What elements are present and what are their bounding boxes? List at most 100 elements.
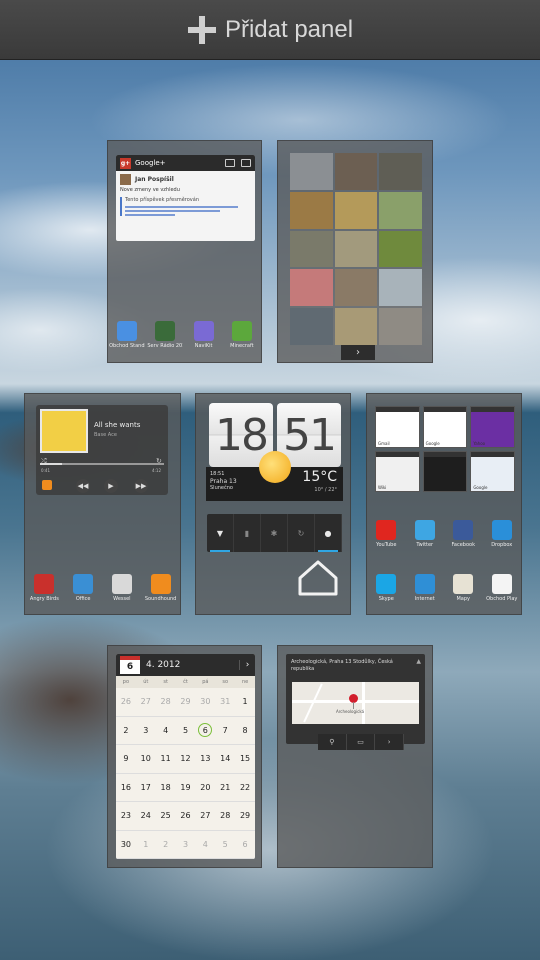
calendar-day[interactable]: 3 <box>135 717 156 745</box>
photo-thumbnail[interactable] <box>379 308 422 345</box>
app-shortcut[interactable]: Internet <box>407 574 443 602</box>
sync-toggle[interactable]: ↻ <box>288 514 315 552</box>
walk-mode-button[interactable]: ⚲ <box>318 734 347 750</box>
bluetooth-toggle[interactable]: ✱ <box>261 514 288 552</box>
map-view[interactable]: Archeologická <box>292 682 419 724</box>
photo-thumbnail[interactable] <box>290 308 333 345</box>
calendar-day[interactable]: 13 <box>195 745 216 774</box>
photo-thumbnail[interactable] <box>379 269 422 307</box>
app-shortcut[interactable]: Soundhound <box>143 574 179 602</box>
browser-tab-thumbnail[interactable] <box>422 450 468 492</box>
home-panel-3[interactable]: All she wants Base Ace ⤮ ↻ 0:41 4:12 ◀◀ … <box>24 393 181 615</box>
calendar-day[interactable]: 28 <box>215 802 236 831</box>
home-panel-2[interactable]: › <box>277 140 433 363</box>
add-panel-bar[interactable]: Přidat panel <box>0 0 540 60</box>
brightness-toggle[interactable]: ● <box>315 514 342 552</box>
calendar-day[interactable]: 5 <box>175 717 196 745</box>
photo-thumbnail[interactable] <box>334 269 378 307</box>
calendar-day[interactable]: 23 <box>116 802 136 831</box>
photo-thumbnail[interactable] <box>290 153 333 190</box>
calendar-day[interactable]: 31 <box>215 688 236 717</box>
home-panel-7[interactable]: Archeologická, Praha 13 Stodůlky, Česká … <box>277 645 433 868</box>
next-button[interactable]: ▶▶ <box>134 479 148 493</box>
calendar-day[interactable]: 5 <box>215 831 236 859</box>
home-panel-6[interactable]: 6 4. 2012 › po út st čt pá so ne 26 27 28 29 30 31 1… <box>107 645 262 868</box>
photo-thumbnail[interactable] <box>290 230 333 268</box>
app-shortcut[interactable]: Obchod Play <box>484 574 520 602</box>
photo-thumbnail[interactable] <box>334 153 378 190</box>
home-panel-5[interactable]: Gmail Google Yahoo Wiki Google YouTube Twitte… <box>366 393 522 615</box>
app-shortcut[interactable]: Minecraft <box>224 321 260 349</box>
app-shortcut[interactable]: Facebook <box>445 520 481 548</box>
progress-bar[interactable] <box>40 463 164 465</box>
app-shortcut[interactable]: Obchod Standby <box>109 321 145 349</box>
battery-toggle[interactable]: ▮ <box>234 514 261 552</box>
calendar-day-today[interactable]: 6 <box>195 717 216 745</box>
clock-weather-widget[interactable]: 18 51 18:51 Praha 13 Slunečno 15°C 10° /… <box>206 403 343 501</box>
calendar-day[interactable]: 7 <box>215 717 236 745</box>
car-mode-button[interactable]: ▭ <box>347 734 376 750</box>
calendar-day[interactable]: 26 <box>175 802 196 831</box>
app-shortcut[interactable]: Wessel <box>104 574 140 602</box>
app-shortcut[interactable]: Mapy <box>445 574 481 602</box>
calendar-day[interactable]: 29 <box>235 802 255 831</box>
google-plus-post[interactable]: Jan Pospíšil Nove zmeny ve vzhledu Tento… <box>116 171 255 221</box>
calendar-next-button[interactable]: › <box>239 660 255 670</box>
calendar-day[interactable]: 20 <box>195 774 216 802</box>
calendar-day[interactable]: 9 <box>116 745 136 774</box>
wifi-toggle[interactable]: ▼ <box>207 514 234 552</box>
calendar-day[interactable]: 30 <box>116 831 136 859</box>
browser-bookmarks-widget[interactable]: Gmail Google Yahoo Wiki Google <box>375 406 515 492</box>
calendar-day[interactable]: 29 <box>175 688 196 717</box>
photo-thumbnail[interactable] <box>334 308 378 345</box>
app-shortcut[interactable]: Dropbox <box>484 520 520 548</box>
calendar-day[interactable]: 1 <box>135 831 156 859</box>
location-icon[interactable]: ▲ <box>416 658 421 665</box>
calendar-day[interactable]: 15 <box>235 745 255 774</box>
calendar-day[interactable]: 18 <box>155 774 176 802</box>
calendar-day[interactable]: 4 <box>155 717 176 745</box>
calendar-day[interactable]: 10 <box>135 745 156 774</box>
photo-thumbnail[interactable] <box>379 191 422 229</box>
app-shortcut[interactable]: Serv Rádio 2012 <box>147 321 183 349</box>
calendar-day[interactable]: 19 <box>175 774 196 802</box>
calendar-day[interactable]: 26 <box>116 688 136 717</box>
calendar-day[interactable]: 12 <box>175 745 196 774</box>
browser-tab-thumbnail[interactable]: Gmail <box>375 406 420 448</box>
map-widget[interactable]: Archeologická, Praha 13 Stodůlky, Česká … <box>286 654 425 744</box>
browser-tab-thumbnail[interactable]: Yahoo <box>470 406 515 448</box>
browser-tab-thumbnail[interactable]: Wiki <box>375 450 420 492</box>
photo-gallery-widget[interactable] <box>290 153 422 345</box>
calendar-day[interactable]: 8 <box>235 717 255 745</box>
calendar-day[interactable]: 27 <box>195 802 216 831</box>
photo-thumbnail[interactable] <box>334 230 378 268</box>
app-shortcut[interactable]: Skype <box>368 574 404 602</box>
app-shortcut[interactable]: Office <box>65 574 101 602</box>
photo-thumbnail[interactable] <box>290 269 333 307</box>
gallery-next-button[interactable]: › <box>341 345 375 360</box>
photo-thumbnail[interactable] <box>290 191 333 229</box>
play-button[interactable]: ▶ <box>104 479 118 493</box>
home-panel-1[interactable]: g+ Google+ Jan Pospíšil Nove zmeny ve vz… <box>107 140 262 363</box>
album-art[interactable] <box>40 409 88 453</box>
calendar-day[interactable]: 16 <box>116 774 136 802</box>
browser-tab-thumbnail[interactable]: Google <box>422 406 468 448</box>
calendar-day[interactable]: 6 <box>235 831 255 859</box>
calendar-day[interactable]: 21 <box>215 774 236 802</box>
camera-icon[interactable] <box>225 159 235 167</box>
calendar-widget[interactable]: 6 4. 2012 › po út st čt pá so ne 26 27 28 29 30 31 1… <box>116 654 255 859</box>
browser-tab-thumbnail[interactable]: Google <box>470 450 515 492</box>
calendar-day[interactable]: 30 <box>195 688 216 717</box>
calendar-day[interactable]: 25 <box>155 802 176 831</box>
calendar-day[interactable]: 2 <box>116 717 136 745</box>
app-shortcut[interactable]: YouTube <box>368 520 404 548</box>
calendar-day[interactable]: 28 <box>155 688 176 717</box>
calendar-day[interactable]: 4 <box>195 831 216 859</box>
calendar-day[interactable]: 22 <box>235 774 255 802</box>
music-app-icon[interactable] <box>42 480 52 490</box>
previous-button[interactable]: ◀◀ <box>76 479 90 493</box>
calendar-day[interactable]: 11 <box>155 745 176 774</box>
home-icon[interactable] <box>296 558 340 598</box>
home-panel-4[interactable]: 18 51 18:51 Praha 13 Slunečno 15°C 10° /… <box>195 393 351 615</box>
calendar-day[interactable]: 3 <box>175 831 196 859</box>
